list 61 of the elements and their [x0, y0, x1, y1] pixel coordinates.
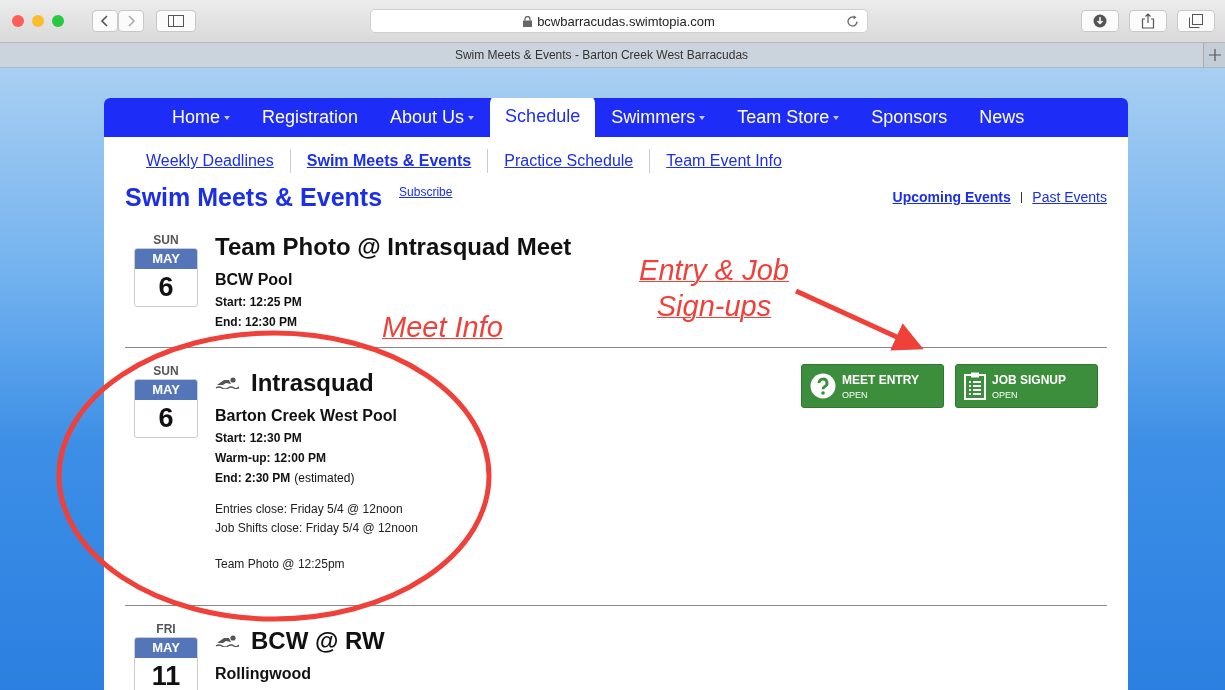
nav-tab[interactable]: Team Store	[721, 98, 856, 137]
weekday-label: SUN	[152, 233, 180, 247]
signup-button[interactable]: JOB SIGNUP OPEN	[955, 364, 1098, 408]
event-title: Intrasquad	[251, 369, 374, 397]
back-button[interactable]	[92, 10, 118, 32]
nav-tab[interactable]: Swimmers	[595, 98, 722, 137]
event-time: End: 2:30 PM (estimated)	[215, 471, 355, 485]
subnav-link[interactable]: Weekly Deadlines	[146, 152, 290, 170]
filter-link[interactable]: Upcoming Events	[892, 189, 1011, 205]
calendar-date: MAY 6	[134, 379, 198, 438]
download-icon	[1093, 14, 1107, 28]
event-time: Start: 12:25 PM	[215, 295, 302, 309]
clipboard-icon	[964, 372, 986, 400]
weekday-label: SUN	[152, 364, 180, 378]
address-bar[interactable]: bcwbarracudas.swimtopia.com	[370, 9, 868, 33]
subnav-link[interactable]: Practice Schedule	[504, 152, 650, 170]
forward-icon	[126, 14, 136, 28]
lock-icon	[523, 15, 533, 27]
nav-tab[interactable]: About Us	[374, 98, 491, 137]
plus-icon	[1208, 49, 1221, 61]
nav-tab[interactable]: Schedule	[490, 98, 596, 137]
signup-button[interactable]: MEET ENTRY OPEN	[801, 364, 944, 408]
weekday-label: FRI	[155, 622, 177, 636]
tabs-button[interactable]	[1177, 10, 1215, 32]
event-note: Job Shifts close: Friday 5/4 @ 12noon	[215, 521, 418, 535]
nav-tab[interactable]: Sponsors	[855, 98, 964, 137]
calendar-date: MAY 6	[134, 248, 198, 307]
reload-icon[interactable]	[846, 15, 859, 28]
event-title: BCW @ RW	[251, 627, 385, 655]
subnav-link[interactable]: Swim Meets & Events	[306, 152, 488, 170]
event-note: Team Photo @ 12:25pm	[215, 557, 345, 571]
zoom-button[interactable]	[52, 15, 64, 27]
tabs-icon	[1189, 14, 1203, 28]
question-icon	[810, 373, 836, 399]
subscribe-link[interactable]: Subscribe	[399, 185, 453, 199]
event-time: Warm-up: 12:00 PM	[215, 451, 326, 465]
event-note: Entries close: Friday 5/4 @ 12noon	[215, 502, 404, 516]
nav-tab[interactable]: Registration	[246, 98, 375, 137]
event-time: Start: 12:30 PM	[215, 431, 302, 445]
event-time: End: 12:30 PM	[215, 315, 298, 329]
annotation-label: Entry & Job Sign-ups	[638, 253, 790, 324]
annotation-label: Meet Info	[382, 310, 503, 345]
new-tab-button[interactable]	[1203, 43, 1225, 67]
filter-link[interactable]: Past Events	[1032, 189, 1107, 205]
download-button[interactable]	[1081, 10, 1119, 32]
subnav-link[interactable]: Team Event Info	[666, 152, 798, 170]
forward-button[interactable]	[118, 10, 144, 32]
back-icon	[100, 14, 110, 28]
share-button[interactable]	[1129, 10, 1167, 32]
nav-tab[interactable]: News	[963, 98, 1041, 137]
sidebar-button[interactable]	[156, 10, 196, 32]
close-button[interactable]	[12, 15, 24, 27]
event-location: BCW Pool	[215, 271, 293, 289]
event-location: Rollingwood	[215, 665, 311, 683]
event-title: Team Photo @ Intrasquad Meet	[215, 233, 572, 261]
page-title: Swim Meets & Events	[125, 183, 383, 212]
share-icon	[1141, 13, 1155, 29]
calendar-date: MAY 11	[134, 637, 198, 690]
event-location: Barton Creek West Pool	[215, 407, 397, 425]
nav-tab[interactable]: Home	[156, 98, 246, 137]
sidebar-icon	[168, 15, 184, 27]
